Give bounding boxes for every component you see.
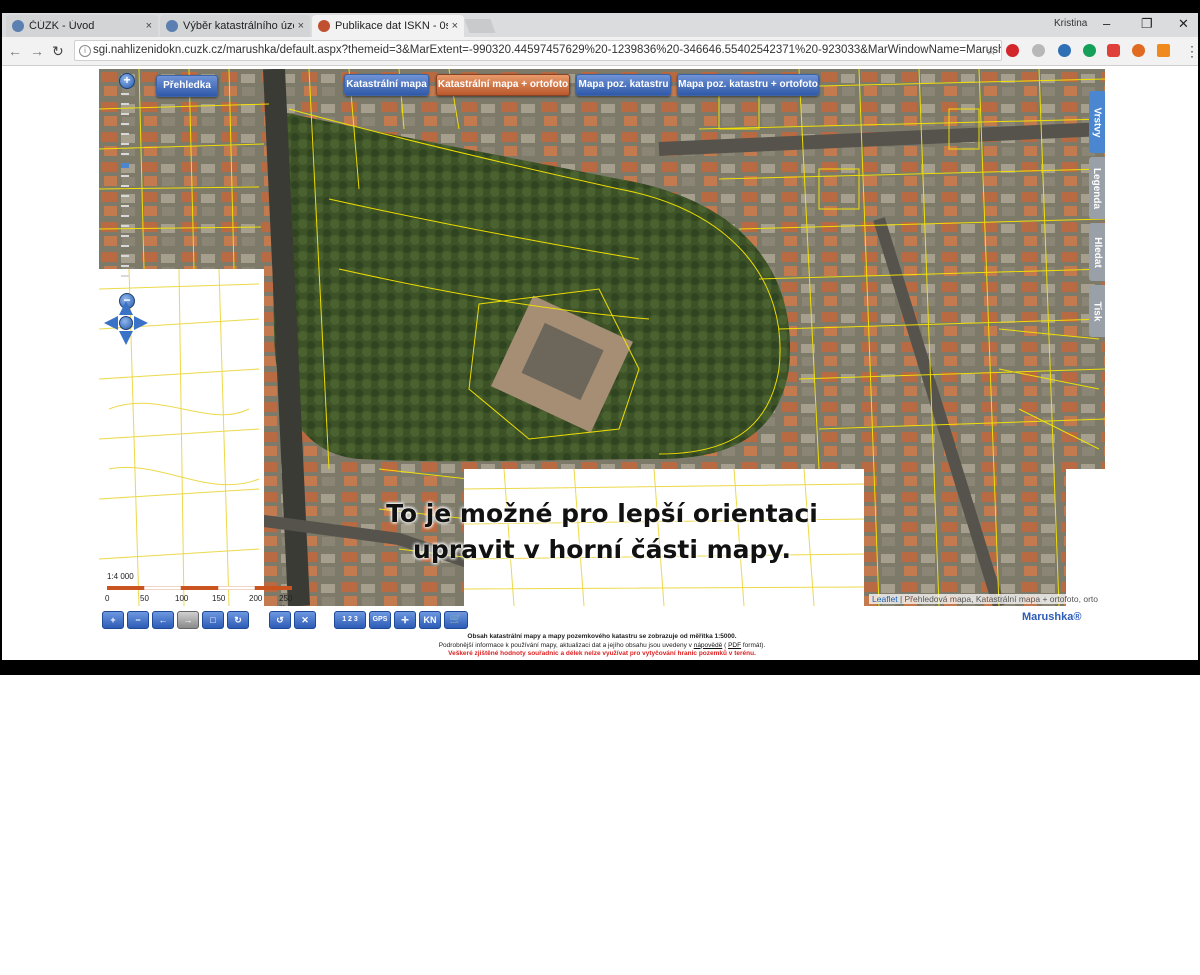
footer-warning: Veškeré zjištěné hodnoty souřadnic a dél… bbox=[448, 650, 756, 657]
back-button[interactable]: ← bbox=[8, 43, 22, 59]
reload-button[interactable]: ↻ bbox=[52, 43, 64, 60]
footer-line-2: Podrobnější informace k používání mapy, … bbox=[302, 642, 902, 651]
scale-label: 250 m bbox=[279, 594, 293, 606]
undo-button[interactable]: ↺ bbox=[269, 611, 291, 629]
marushka-logo: Marushka® bbox=[1022, 611, 1082, 623]
pan-up-icon[interactable] bbox=[119, 301, 133, 315]
side-tab-legenda[interactable]: Legenda bbox=[1089, 157, 1105, 219]
footer-text: formát). bbox=[742, 641, 766, 649]
forward-button[interactable]: → bbox=[30, 43, 44, 59]
identify-button[interactable]: ✛ bbox=[394, 611, 416, 629]
pan-left-icon[interactable] bbox=[104, 316, 118, 330]
tab-strip: ČÚZK - Úvod × Výběr katastrálního územ ×… bbox=[2, 13, 1198, 37]
scale-label: 200 bbox=[249, 594, 263, 603]
s-extension-icon[interactable] bbox=[1132, 44, 1145, 57]
subtitle-line-1: To je možné pro lepší orientaci bbox=[386, 499, 818, 528]
extension-icon[interactable] bbox=[1032, 44, 1045, 57]
globe-icon bbox=[166, 20, 178, 32]
footer-text: ( bbox=[724, 641, 727, 649]
side-tab-label: Legenda bbox=[1091, 167, 1103, 209]
zoom-in-button[interactable]: + bbox=[102, 611, 124, 629]
footer-line-1: Obsah katastrální mapy a mapy pozemkovéh… bbox=[467, 633, 737, 640]
scale-label: 150 bbox=[212, 594, 226, 603]
kn-button[interactable]: KN bbox=[419, 611, 441, 629]
video-frame: ČÚZK - Úvod × Výběr katastrálního územ ×… bbox=[0, 0, 1200, 675]
map-attribution: Leaflet | Přehledová mapa, Katastrální m… bbox=[869, 594, 1101, 604]
scale-bar-graphic bbox=[107, 586, 292, 590]
mail-icon[interactable] bbox=[1157, 44, 1170, 57]
browser-window: ČÚZK - Úvod × Výběr katastrálního územ ×… bbox=[2, 13, 1198, 660]
tab-close-icon[interactable]: × bbox=[146, 20, 152, 32]
tab-vyber[interactable]: Výběr katastrálního územ × bbox=[160, 15, 310, 37]
opera-icon[interactable] bbox=[1006, 44, 1019, 57]
pan-center-icon[interactable] bbox=[119, 316, 133, 330]
tab-title: Výběr katastrálního územ bbox=[183, 20, 294, 32]
pan-control[interactable] bbox=[104, 301, 148, 345]
side-tab-label: Tisk bbox=[1091, 301, 1103, 321]
map-footer-info: Obsah katastrální mapy a mapy pozemkovéh… bbox=[302, 633, 902, 659]
zoom-slider[interactable] bbox=[119, 83, 131, 283]
overview-button[interactable]: Přehledka bbox=[156, 75, 218, 97]
maximize-button[interactable]: ❐ bbox=[1141, 16, 1153, 32]
scale-bar: 1:4 000 0 50 100 150 200 250 m bbox=[105, 572, 292, 606]
footer-text: Podrobnější informace k používání mapy, … bbox=[438, 641, 692, 649]
bookmark-star-icon[interactable]: ☆ bbox=[985, 41, 997, 60]
info-icon[interactable]: i bbox=[79, 45, 91, 57]
tab-close-icon[interactable]: × bbox=[298, 20, 304, 32]
side-tab-hledat[interactable]: Hledat bbox=[1089, 223, 1105, 281]
scale-label: 0 bbox=[105, 594, 110, 603]
grammarly-icon[interactable] bbox=[1083, 44, 1096, 57]
browser-toolbar: ← → ↻ i sgi.nahlizenidokn.cuzk.cz/marush… bbox=[2, 37, 1198, 66]
map-viewport[interactable]: Přehledka Katastrální mapa Katastrální m… bbox=[99, 69, 1105, 606]
video-subtitle: To je možné pro lepší orientaci upravit … bbox=[99, 496, 1105, 568]
scale-label: 50 bbox=[140, 594, 149, 603]
zoom-rectangle-button[interactable]: □ bbox=[202, 611, 224, 629]
profile-name[interactable]: Kristina bbox=[1054, 18, 1087, 29]
layer-tab-mapa-poz-katastru[interactable]: Mapa poz. katastru bbox=[576, 74, 671, 96]
layer-tab-katastralni-mapa-ortofoto[interactable]: Katastrální mapa + ortofoto bbox=[436, 74, 570, 96]
side-tab-label: Hledat bbox=[1091, 236, 1103, 268]
measure-button[interactable]: 1 2 3 bbox=[334, 611, 366, 629]
close-window-button[interactable]: ✕ bbox=[1178, 16, 1189, 32]
pan-right-icon[interactable] bbox=[134, 316, 148, 330]
new-tab-button[interactable] bbox=[464, 19, 496, 33]
tab-cuzk[interactable]: ČÚZK - Úvod × bbox=[6, 15, 158, 37]
zoom-out-button[interactable]: − bbox=[127, 611, 149, 629]
pdf-link[interactable]: PDF bbox=[728, 642, 741, 649]
layer-tab-katastralni-mapa[interactable]: Katastrální mapa bbox=[344, 74, 429, 96]
tab-title: Publikace dat ISKN - 0s bbox=[335, 20, 448, 32]
clear-button[interactable]: ✕ bbox=[294, 611, 316, 629]
record-icon[interactable] bbox=[1107, 44, 1120, 57]
address-bar[interactable]: i sgi.nahlizenidokn.cuzk.cz/marushka/def… bbox=[74, 40, 1002, 61]
refresh-button[interactable]: ↻ bbox=[227, 611, 249, 629]
tab-publikace[interactable]: Publikace dat ISKN - 0s × bbox=[312, 15, 464, 37]
chrome-menu-icon[interactable]: ⋮ bbox=[1185, 43, 1198, 60]
side-tab-label: Vrstvy bbox=[1091, 106, 1103, 138]
leaflet-link[interactable]: Leaflet bbox=[872, 594, 898, 604]
scale-label: 100 bbox=[175, 594, 189, 603]
iskn-icon bbox=[318, 20, 330, 32]
globe-icon bbox=[12, 20, 24, 32]
help-link[interactable]: nápovědě bbox=[694, 642, 723, 649]
pan-down-icon[interactable] bbox=[119, 331, 133, 345]
subtitle-line-2: upravit v horní části mapy. bbox=[413, 535, 791, 564]
previous-view-button[interactable]: ← bbox=[152, 611, 174, 629]
minimize-button[interactable]: – bbox=[1103, 16, 1110, 31]
gps-button[interactable]: GPS bbox=[369, 611, 391, 629]
layer-tab-mapa-poz-katastru-ortofoto[interactable]: Mapa poz. katastru + ortofoto bbox=[677, 74, 819, 96]
cart-icon[interactable]: 🛒 bbox=[444, 611, 468, 629]
tab-close-icon[interactable]: × bbox=[452, 20, 458, 32]
next-view-button[interactable]: → bbox=[177, 611, 199, 629]
scale-ratio: 1:4 000 bbox=[107, 572, 134, 581]
tab-title: ČÚZK - Úvod bbox=[29, 20, 95, 32]
side-tab-tisk[interactable]: Tisk bbox=[1089, 285, 1105, 337]
play-icon[interactable] bbox=[1058, 44, 1071, 57]
url-text: sgi.nahlizenidokn.cuzk.cz/marushka/defau… bbox=[93, 44, 1002, 56]
attribution-text: | Přehledová mapa, Katastrální mapa + or… bbox=[899, 594, 1098, 604]
side-tab-vrstvy[interactable]: Vrstvy bbox=[1089, 91, 1105, 153]
